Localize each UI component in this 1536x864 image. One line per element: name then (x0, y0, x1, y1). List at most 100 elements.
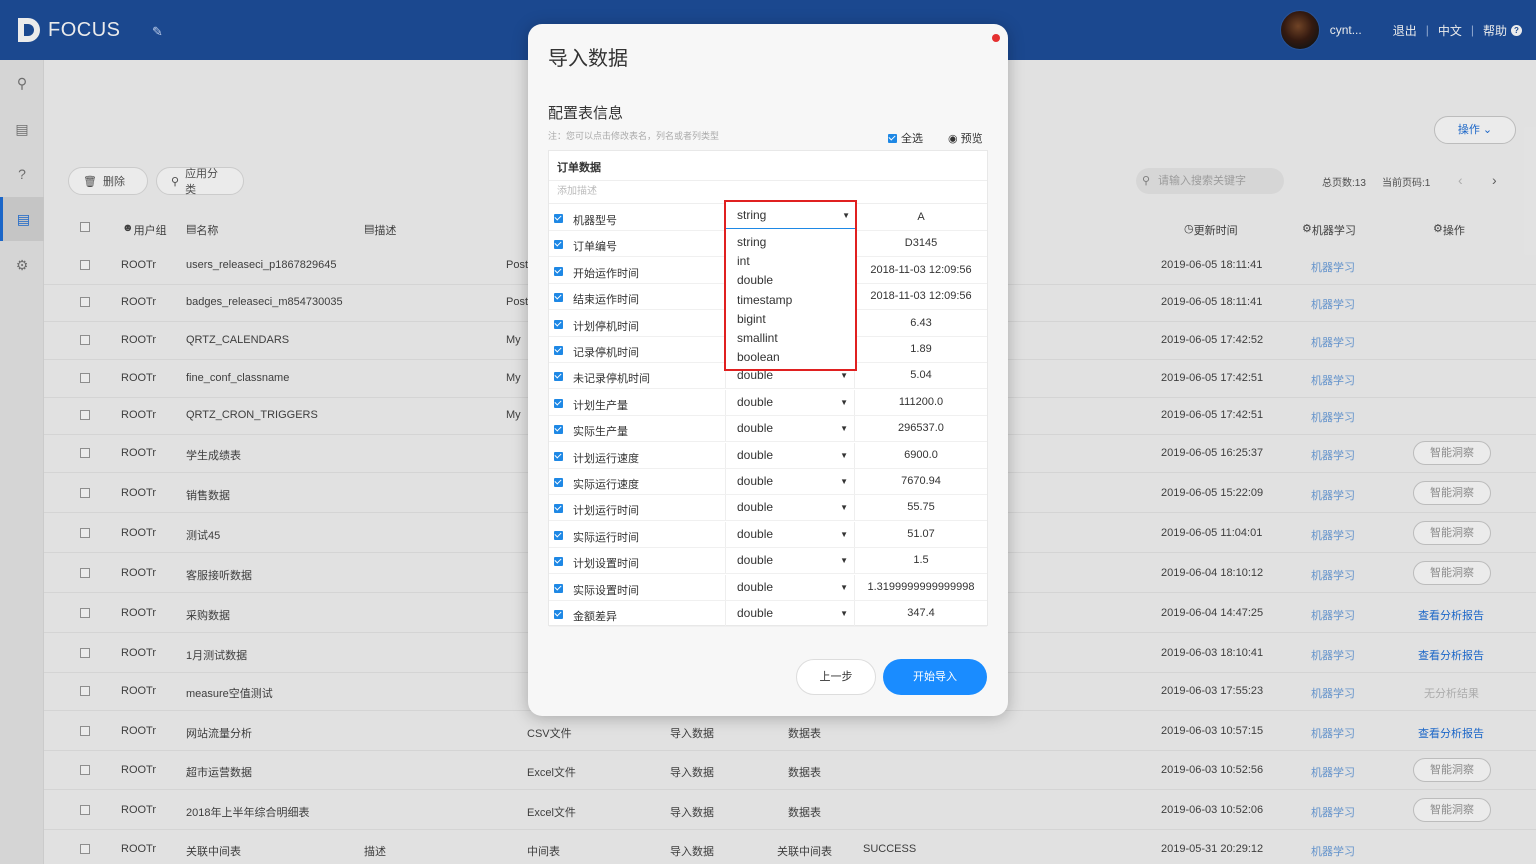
field-name[interactable]: 订单编号 (573, 238, 617, 254)
caret-down-icon: ▼ (840, 397, 848, 407)
field-sample: 1.89 (910, 343, 932, 355)
dialog-title: 导入数据 (548, 48, 628, 70)
eye-icon: ◉ (948, 133, 958, 145)
field-type-select[interactable]: double ▼ (725, 469, 855, 494)
table-name[interactable]: 订单数据 (557, 159, 601, 175)
field-sample: 296537.0 (898, 422, 944, 435)
field-row: 计划生产量 double ▼ 111200.0 (549, 389, 987, 416)
field-name[interactable]: 计划停机时间 (573, 318, 639, 334)
field-sample: A (917, 211, 925, 223)
field-name[interactable]: 实际运行速度 (573, 476, 639, 492)
field-type-select[interactable]: double ▼ (725, 442, 855, 468)
caret-down-icon: ▼ (842, 211, 850, 220)
preview-label: 预览 (960, 133, 983, 145)
field-checkbox[interactable] (554, 214, 563, 223)
checkbox-checked-icon (888, 133, 897, 143)
field-name[interactable]: 计划运行速度 (573, 450, 639, 466)
dropdown-option[interactable]: timestamp (726, 291, 855, 310)
field-name[interactable]: 结束运作时间 (573, 291, 639, 307)
field-checkbox[interactable] (554, 478, 563, 487)
field-checkbox[interactable] (554, 293, 563, 303)
field-name[interactable]: 记录停机时间 (573, 344, 639, 360)
field-checkbox[interactable] (554, 451, 563, 461)
field-sample: 55.75 (907, 501, 935, 514)
dropdown-option[interactable]: boolean (726, 348, 855, 367)
select-all-toggle[interactable]: 全选 (888, 130, 923, 146)
field-sample: 6.43 (910, 316, 932, 329)
start-import-button[interactable]: 开始导入 (883, 659, 987, 695)
field-name[interactable]: 开始运作时间 (573, 265, 639, 281)
field-sample: 51.07 (907, 527, 935, 540)
field-type-select[interactable]: double ▼ (725, 389, 855, 415)
field-name[interactable]: 实际运行时间 (573, 529, 639, 545)
dropdown-selected-value: string (737, 208, 767, 222)
field-type-select[interactable]: double ▼ (725, 416, 855, 442)
dropdown-option[interactable]: smallint (726, 329, 855, 348)
prev-step-button[interactable]: 上一步 (796, 659, 876, 695)
section-title: 配置表信息 (548, 105, 624, 122)
field-type-value: double (737, 579, 774, 594)
field-sample: 2018-11-03 12:09:56 (870, 290, 972, 303)
field-sample: 7670.94 (901, 475, 941, 487)
dropdown-options: string int double timestamp bigint smallint bo… (726, 233, 855, 367)
field-type-value: double (737, 474, 774, 488)
field-sample: 5.04 (910, 369, 932, 382)
field-checkbox[interactable] (554, 530, 563, 540)
field-type-select[interactable]: double ▼ (725, 548, 855, 574)
field-checkbox[interactable] (554, 610, 563, 619)
field-row: 金额差异 double ▼ 347.4 (549, 601, 987, 627)
field-checkbox[interactable] (554, 372, 563, 382)
field-sample: D3145 (904, 237, 938, 250)
field-checkbox[interactable] (554, 557, 563, 567)
field-type-value: double (737, 553, 774, 568)
field-type-select[interactable]: double ▼ (725, 601, 855, 626)
field-checkbox[interactable] (554, 425, 563, 435)
field-name[interactable]: 实际设置时间 (573, 582, 639, 598)
field-checkbox[interactable] (554, 398, 563, 408)
field-name[interactable]: 未记录停机时间 (573, 370, 650, 386)
close-icon[interactable] (992, 34, 1000, 42)
field-checkbox[interactable] (554, 319, 563, 329)
preview-button[interactable]: ◉ 预览 (948, 130, 983, 146)
field-sample: 347.4 (907, 607, 935, 619)
field-type-value: double (737, 526, 774, 541)
field-name[interactable]: 计划设置时间 (573, 555, 639, 571)
field-name[interactable]: 机器型号 (573, 212, 617, 228)
column-type-dropdown[interactable]: string ▼ string int double timestamp bigint s… (724, 200, 857, 371)
field-checkbox[interactable] (554, 583, 563, 593)
field-type-value: double (737, 394, 774, 409)
field-type-value: double (737, 606, 774, 620)
field-checkbox[interactable] (554, 504, 563, 514)
dropdown-option[interactable]: bigint (726, 310, 855, 329)
caret-down-icon: ▼ (840, 477, 848, 486)
caret-down-icon: ▼ (840, 609, 848, 618)
field-type-select[interactable]: double ▼ (725, 495, 855, 521)
field-sample: 1.3199999999999998 (867, 580, 975, 593)
field-checkbox[interactable] (554, 240, 563, 250)
field-row: 计划运行时间 double ▼ 55.75 (549, 495, 987, 522)
field-row: 计划运行速度 double ▼ 6900.0 (549, 442, 987, 469)
field-name[interactable]: 计划生产量 (573, 397, 628, 413)
caret-down-icon: ▼ (840, 503, 848, 513)
caret-down-icon: ▼ (840, 582, 848, 592)
field-sample: 111200.0 (898, 395, 944, 408)
caret-down-icon: ▼ (840, 529, 848, 539)
field-checkbox[interactable] (554, 346, 563, 355)
field-sample: 6900.0 (904, 448, 938, 461)
field-name[interactable]: 计划运行时间 (573, 502, 639, 518)
field-row: 实际运行时间 double ▼ 51.07 (549, 521, 987, 548)
field-type-value: double (737, 500, 774, 515)
field-name[interactable]: 金额差异 (573, 608, 617, 624)
field-checkbox[interactable] (554, 266, 563, 276)
dropdown-option[interactable]: string (726, 233, 855, 252)
field-type-select[interactable]: double ▼ (725, 574, 855, 600)
dropdown-option[interactable]: int (726, 252, 855, 271)
dropdown-selected[interactable]: string ▼ (726, 202, 855, 229)
field-type-select[interactable]: double ▼ (725, 521, 855, 547)
caret-down-icon: ▼ (840, 424, 848, 434)
field-name[interactable]: 实际生产量 (573, 423, 628, 439)
field-row: 实际设置时间 double ▼ 1.3199999999999998 (549, 574, 987, 601)
hint-text: 注：您可以点击修改表名，列名或者列类型 (548, 131, 720, 141)
dropdown-option[interactable]: double (726, 271, 855, 290)
field-row: 计划设置时间 double ▼ 1.5 (549, 548, 987, 575)
